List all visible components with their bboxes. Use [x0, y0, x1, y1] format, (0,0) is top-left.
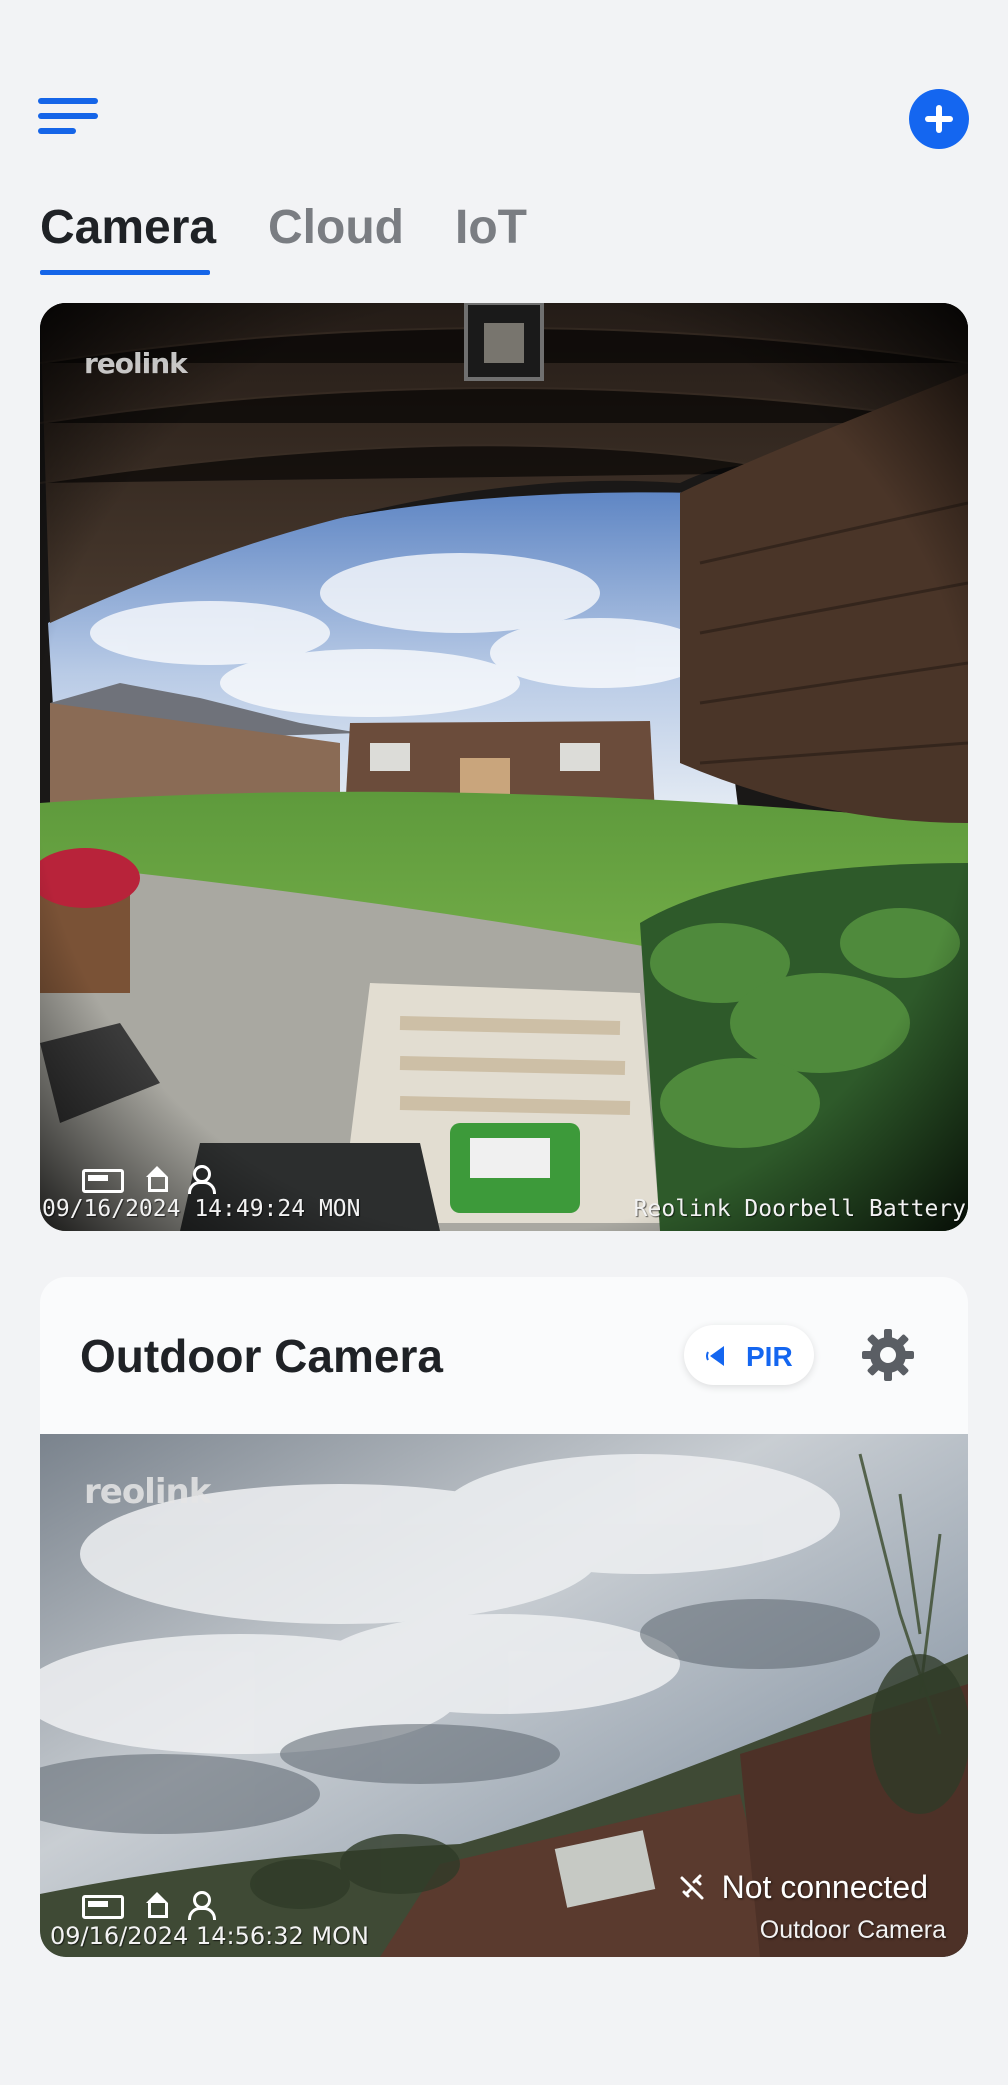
status-text: Not connected [721, 1869, 928, 1905]
pir-toggle-button[interactable]: PIR [684, 1325, 814, 1385]
outdoor-camera-feed[interactable]: reolink 09/16/2024 14:56:32 MON Not conn… [40, 1434, 968, 1957]
top-bar [0, 0, 1008, 190]
feed-timestamp: 09/16/2024 14:49:24 MON [42, 1196, 361, 1222]
reolink-watermark: reolink [84, 1472, 211, 1512]
feed-status-icons [82, 1163, 216, 1194]
active-tab-indicator [40, 270, 210, 275]
camera-name: Outdoor Camera [80, 1330, 443, 1382]
pir-label: PIR [746, 1341, 793, 1372]
doorbell-camera-image [40, 303, 968, 1231]
person-icon [184, 1163, 216, 1194]
reolink-watermark: reolink [84, 347, 188, 380]
feed-status-icons [82, 1889, 216, 1920]
pir-sensor-icon [706, 1346, 724, 1366]
tab-cloud[interactable]: Cloud [268, 200, 404, 255]
battery-icon [82, 1889, 126, 1919]
feed-camera-label: Outdoor Camera [759, 1916, 946, 1944]
connection-status: Not connected [676, 1869, 928, 1906]
person-icon [184, 1889, 216, 1920]
feed-timestamp: 09/16/2024 14:56:32 MON [50, 1922, 369, 1950]
gear-icon[interactable] [860, 1327, 916, 1383]
outdoor-camera-card: Outdoor Camera PIR reolink 09/16/2024 14… [40, 1277, 968, 1957]
home-icon [140, 1163, 170, 1193]
tab-camera[interactable]: Camera [40, 200, 216, 255]
battery-icon [82, 1163, 126, 1193]
doorbell-live-feed[interactable]: reolink 09/16/2024 14:49:24 MON Reolink … [40, 303, 968, 1231]
feed-camera-label: Reolink Doorbell Battery [633, 1196, 966, 1222]
disconnected-icon [680, 1874, 704, 1899]
add-device-icon[interactable] [909, 89, 969, 149]
menu-icon[interactable] [38, 96, 98, 140]
home-icon [140, 1889, 170, 1919]
tab-iot[interactable]: IoT [455, 200, 527, 255]
